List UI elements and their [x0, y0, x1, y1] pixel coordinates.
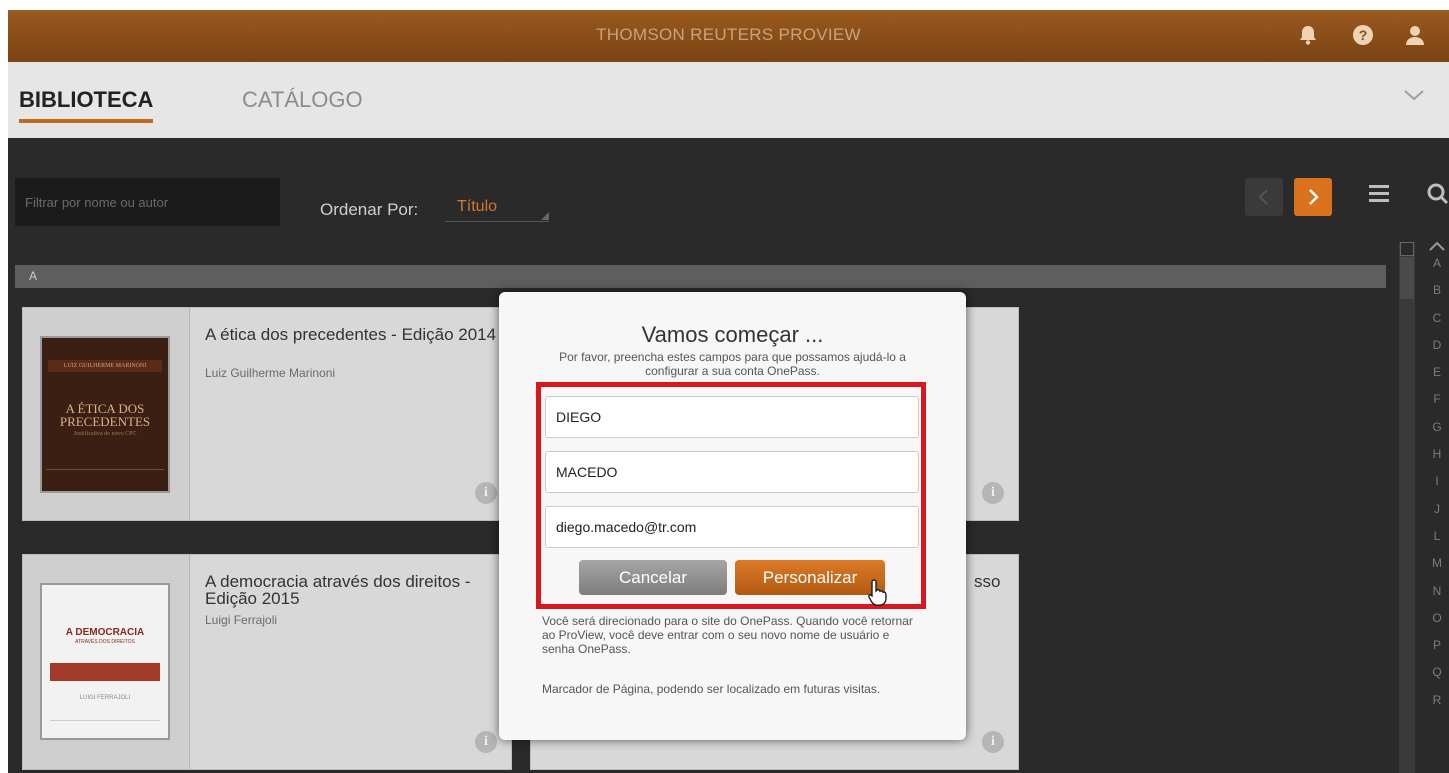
- alpha-letter[interactable]: A: [1426, 256, 1448, 283]
- top-bar: THOMSON REUTERS PROVIEW ?: [8, 10, 1449, 62]
- alpha-letter[interactable]: O: [1426, 611, 1448, 638]
- hand-cursor-icon: [868, 579, 887, 606]
- user-icon[interactable]: [1403, 24, 1427, 48]
- book-cover[interactable]: A DEMOCRACIA ATRAVÉS DOS DIREITOS LUIGI …: [40, 583, 170, 740]
- cover-footer: [50, 720, 160, 730]
- dialog-note: Marcador de Página, podendo ser localiza…: [542, 682, 881, 696]
- sort-label: Ordenar Por:: [320, 200, 419, 219]
- filter-input[interactable]: [15, 178, 280, 226]
- sort-select[interactable]: Título: [445, 196, 549, 222]
- section-header: A: [15, 265, 1386, 288]
- chevron-right-icon: [1309, 189, 1319, 205]
- alpha-letter[interactable]: R: [1426, 693, 1448, 720]
- chevron-left-icon: [1258, 189, 1268, 205]
- alpha-letter[interactable]: G: [1426, 420, 1448, 447]
- svg-text:?: ?: [1359, 27, 1368, 43]
- scroll-up-button[interactable]: [1400, 242, 1414, 256]
- book-author: Luigi Ferrajoli: [205, 613, 278, 627]
- cover-title: A ÉTICA DOS PRECEDENTES: [59, 401, 151, 429]
- alpha-letter[interactable]: Q: [1426, 665, 1448, 692]
- nav-bar: BIBLIOTECA CATÁLOGO: [8, 62, 1449, 138]
- list-view-icon[interactable]: [1368, 182, 1390, 204]
- info-icon[interactable]: i: [475, 482, 497, 504]
- cover-area: A DEMOCRACIA ATRAVÉS DOS DIREITOS LUIGI …: [23, 555, 190, 769]
- alpha-letter[interactable]: L: [1426, 529, 1448, 556]
- tab-catalogo[interactable]: CATÁLOGO: [242, 87, 363, 113]
- info-icon[interactable]: i: [475, 731, 497, 753]
- alpha-letter[interactable]: P: [1426, 638, 1448, 665]
- cover-area: LUIZ GUILHERME MARINONI A ÉTICA DOS PREC…: [23, 308, 190, 520]
- book-card[interactable]: LUIZ GUILHERME MARINONI A ÉTICA DOS PREC…: [22, 307, 512, 521]
- cover-footer: [46, 469, 164, 485]
- help-icon[interactable]: ?: [1351, 24, 1375, 48]
- book-title[interactable]: A ética dos precedentes - Edição 2014: [205, 326, 525, 343]
- cover-subtitle: ATRAVÉS DOS DIREITOS: [75, 639, 135, 645]
- book-title-fragment[interactable]: sso: [974, 573, 1294, 590]
- dialog-description: Por favor, preencha estes campos para qu…: [559, 350, 906, 378]
- alpha-letter[interactable]: N: [1426, 584, 1448, 611]
- scrollbar[interactable]: [1399, 242, 1415, 773]
- alpha-letter[interactable]: D: [1426, 338, 1448, 365]
- email-field[interactable]: [545, 506, 919, 548]
- cover-author: LUIGI FERRAJOLI: [79, 695, 131, 701]
- prev-page-button[interactable]: [1245, 178, 1283, 216]
- alpha-letter[interactable]: M: [1426, 556, 1448, 583]
- alpha-letter[interactable]: H: [1426, 447, 1448, 474]
- scrollbar-thumb[interactable]: [1400, 257, 1414, 299]
- alphabet-index: A B C D E F G H I J L M N O P Q R: [1426, 236, 1448, 720]
- tab-biblioteca[interactable]: BIBLIOTECA: [19, 87, 154, 123]
- search-icon[interactable]: [1426, 182, 1449, 206]
- chevron-down-icon[interactable]: [1403, 84, 1425, 106]
- alpha-letter[interactable]: F: [1426, 392, 1448, 419]
- personalize-button[interactable]: Personalizar: [735, 560, 885, 595]
- cancel-button[interactable]: Cancelar: [579, 560, 727, 595]
- info-icon[interactable]: i: [982, 731, 1004, 753]
- book-card[interactable]: A DEMOCRACIA ATRAVÉS DOS DIREITOS LUIGI …: [22, 554, 512, 770]
- alpha-letter[interactable]: J: [1426, 502, 1448, 529]
- cover-title: A DEMOCRACIA: [65, 627, 145, 638]
- next-page-button[interactable]: [1294, 178, 1332, 216]
- alpha-letter[interactable]: C: [1426, 311, 1448, 338]
- dialog-note: Você será direcionado para o site do One…: [542, 614, 913, 656]
- dropdown-triangle-icon: [541, 212, 549, 220]
- proview-page: THOMSON REUTERS PROVIEW ? BIBLIOTECA CAT…: [0, 0, 1449, 773]
- section-letter: A: [29, 269, 38, 283]
- first-name-field[interactable]: [545, 396, 919, 438]
- info-icon[interactable]: i: [982, 482, 1004, 504]
- bell-icon[interactable]: [1296, 24, 1320, 48]
- dialog-title: Vamos começar ...: [641, 322, 824, 347]
- book-author: Luiz Guilherme Marinoni: [205, 366, 336, 380]
- book-title[interactable]: A democracia através dos direitos - Ediç…: [205, 573, 525, 607]
- cover-header: LUIZ GUILHERME MARINONI: [48, 360, 162, 372]
- sort-value: Título: [457, 198, 498, 215]
- cover-subtitle: Justificativa do novo CPC: [73, 431, 137, 437]
- alpha-letter[interactable]: B: [1426, 283, 1448, 310]
- alpha-letter[interactable]: E: [1426, 365, 1448, 392]
- alpha-letter[interactable]: I: [1426, 474, 1448, 501]
- chevron-up-icon[interactable]: [1426, 236, 1448, 256]
- last-name-field[interactable]: [545, 451, 919, 493]
- cover-band: [50, 663, 160, 681]
- book-cover[interactable]: LUIZ GUILHERME MARINONI A ÉTICA DOS PREC…: [40, 336, 170, 493]
- app-title: THOMSON REUTERS PROVIEW: [596, 25, 861, 44]
